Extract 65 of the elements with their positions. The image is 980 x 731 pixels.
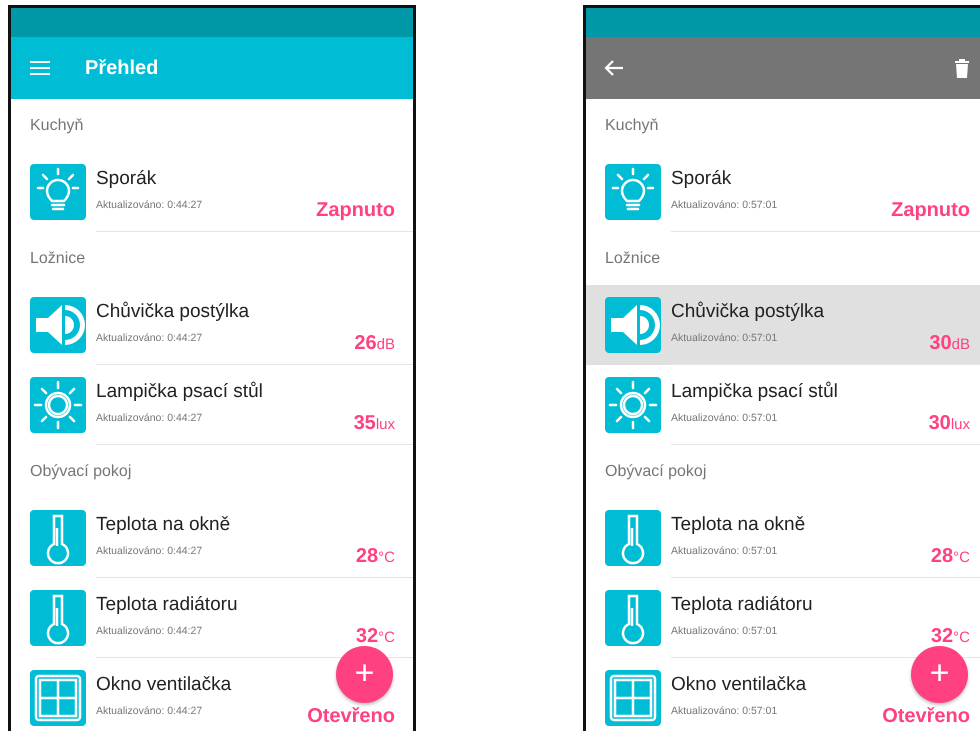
device-name: Lampička psací stůl [96,382,263,404]
device-row[interactable]: Chůvička postýlka Aktualizováno: 0:44:27 26dB [11,285,413,365]
section-header: Ložnice [605,248,660,268]
device-name: Teplota na okně [96,515,230,536]
device-name: Okno ventilačka [671,675,806,696]
device-value: 30lux [928,410,970,436]
device-name: Lampička psací stůl [671,382,838,404]
light-bulb-icon [30,164,86,220]
update-time: Aktualizováno: 0:44:27 [96,331,202,346]
section-header: Kuchyň [605,116,658,136]
device-value: 26dB [354,330,395,356]
device-row[interactable]: Lampička psací stůl Aktualizováno: 0:57:01 30lux [586,365,980,445]
device-name: Sporák [671,169,732,190]
screen-title: Přehled [85,56,158,81]
section-header: Obývací pokoj [605,462,706,482]
device-value: Zapnuto [891,198,970,222]
device-value: 32°C [356,624,395,648]
device-value: 32°C [930,624,970,648]
thermometer-icon [605,510,661,566]
device-row[interactable]: Sporák Aktualizováno: 0:44:27 Zapnuto [11,152,413,232]
section-header: Obývací pokoj [30,462,132,482]
update-time: Aktualizováno: 0:44:27 [96,198,202,214]
device-name: Sporák [96,169,156,190]
device-name: Teplota radiátoru [96,595,238,616]
update-time: Aktualizováno: 0:44:27 [96,624,202,640]
update-time: Aktualizováno: 0:44:27 [96,704,202,720]
device-row[interactable]: Lampička psací stůl Aktualizováno: 0:44:27 35lux [11,365,413,445]
window-icon [30,670,86,726]
delete-icon[interactable] [954,58,970,78]
update-time: Aktualizováno: 0:57:01 [671,198,778,214]
light-bulb-icon [605,164,661,220]
speaker-icon [30,297,86,353]
update-time: Aktualizováno: 0:57:01 [671,624,778,640]
device-value: Zapnuto [316,198,395,222]
device-name: Okno ventilačka [96,675,232,696]
update-time: Aktualizováno: 0:44:27 [96,411,202,426]
sun-icon [605,377,661,433]
section-header: Ložnice [30,248,86,268]
device-value: Otevřeno [882,704,970,728]
sun-icon [30,377,86,433]
update-time: Aktualizováno: 0:57:01 [671,704,778,720]
window-icon [605,670,661,726]
update-time: Aktualizováno: 0:44:27 [96,544,202,560]
device-value: 28°C [930,544,970,568]
device-name: Teplota radiátoru [671,595,813,616]
device-value: 35lux [354,410,395,436]
thermometer-icon [30,510,86,566]
device-value: 28°C [356,544,395,568]
device-name: Teplota na okně [671,515,806,536]
update-time: Aktualizováno: 0:57:01 [671,411,778,426]
thermometer-icon [30,590,86,646]
update-time: Aktualizováno: 0:57:01 [671,544,778,560]
back-arrow-icon[interactable] [604,59,624,77]
device-row[interactable]: Chůvička postýlka Aktualizováno: 0:57:01 30dB [586,285,980,365]
device-value: Otevřeno [307,704,395,728]
thermometer-icon [605,590,661,646]
speaker-icon [605,297,661,353]
device-row[interactable]: Teplota na okně Aktualizováno: 0:57:01 28°C [586,498,980,578]
device-name: Chůvička postýlka [96,302,250,324]
device-value: 30dB [929,330,970,356]
update-time: Aktualizováno: 0:57:01 [671,331,778,346]
device-row[interactable]: Sporák Aktualizováno: 0:57:01 Zapnuto [586,152,980,232]
device-row[interactable]: Teplota na okně Aktualizováno: 0:44:27 28°C [11,498,413,578]
device-name: Chůvička postýlka [671,302,824,324]
section-header: Kuchyň [30,116,84,136]
